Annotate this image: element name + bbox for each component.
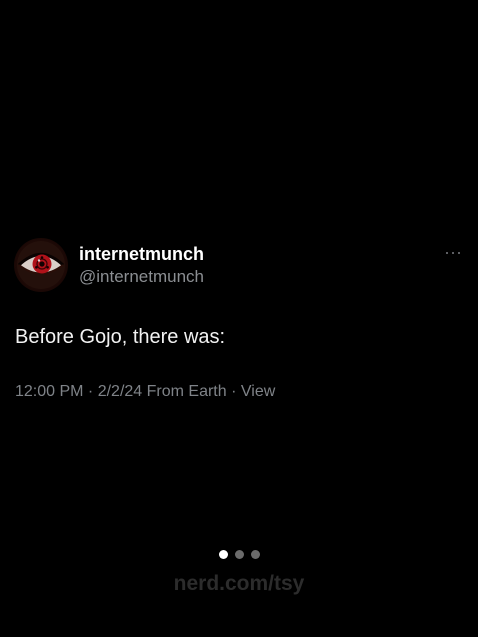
meta-separator: · [226,383,241,400]
tweet-card: internetmunch @internetmunch Before Gojo… [0,0,478,637]
tweet-metadata: 12:00 PM · 2/2/24 From Earth · View [15,381,275,403]
eye-avatar-icon [17,241,65,289]
watermark-text: nerd.com/tsy [173,572,305,595]
view-link[interactable]: View [241,383,275,400]
user-handle[interactable]: @internetmunch [79,266,204,288]
display-name[interactable]: internetmunch [79,243,204,265]
profile-avatar[interactable] [14,238,68,292]
more-options-icon[interactable] [442,245,464,261]
meta-separator: · [83,383,98,400]
tweet-location: From Earth [142,383,227,400]
tweet-time: 12:00 PM [15,383,84,400]
carousel-dot[interactable] [251,550,260,559]
carousel-dot[interactable] [235,550,244,559]
tweet-text: Before Gojo, there was: [15,326,226,348]
tweet-date: 2/2/24 [97,383,143,400]
carousel-dot[interactable] [219,550,228,559]
